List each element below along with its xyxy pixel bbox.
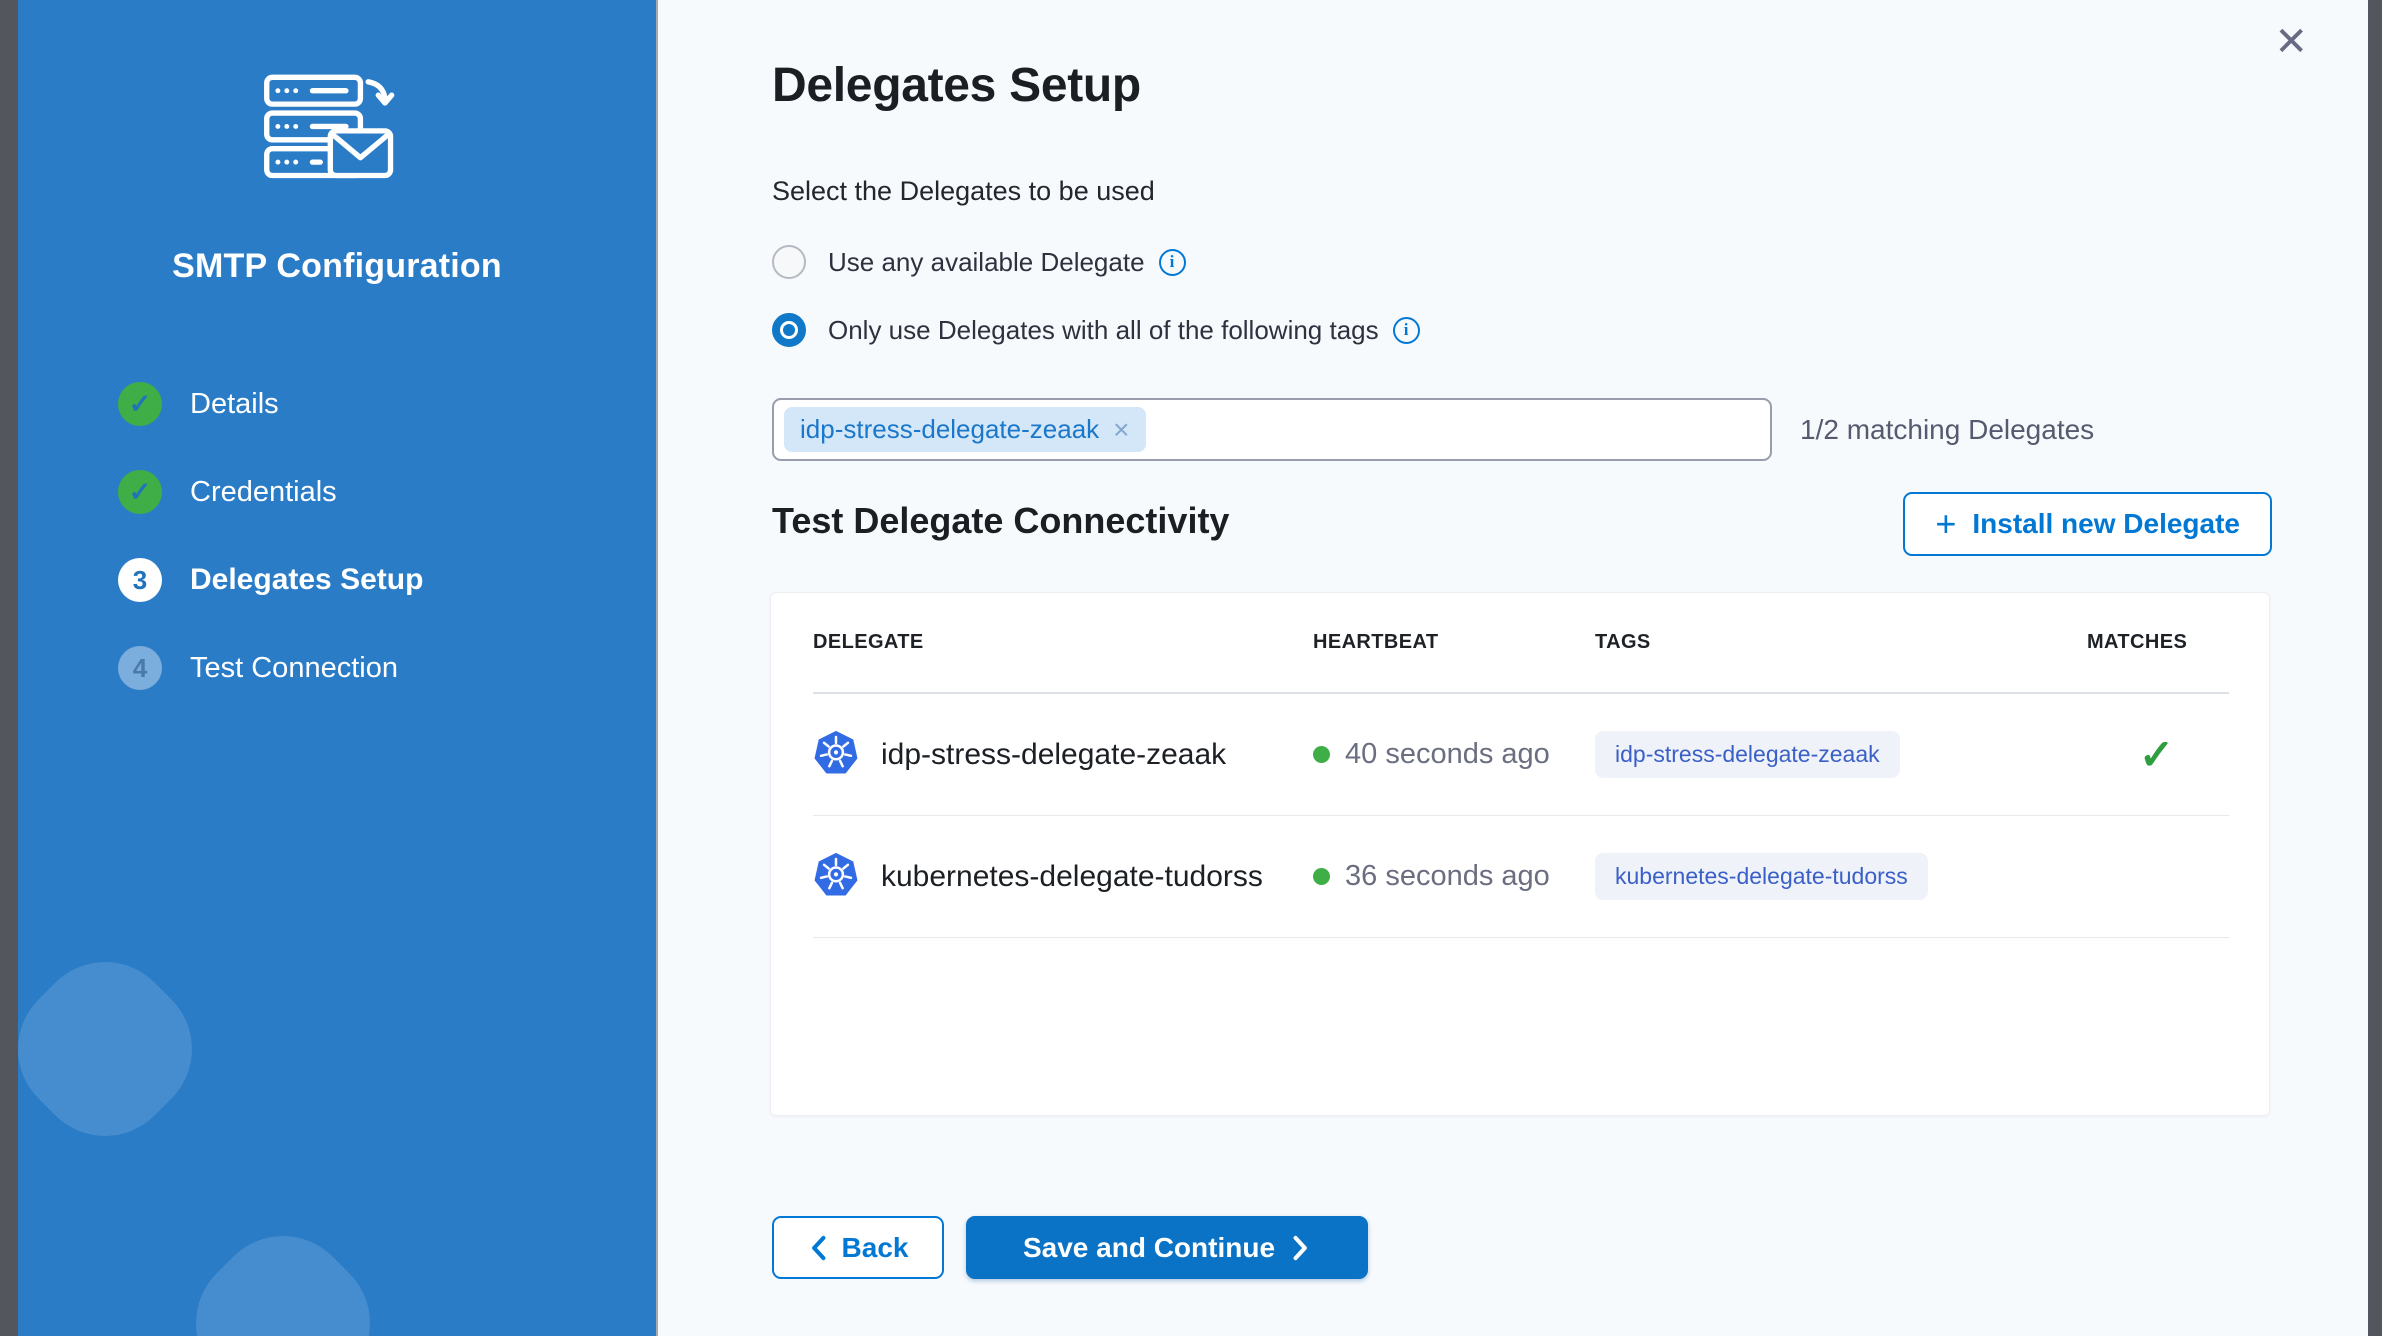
info-icon[interactable]: i xyxy=(1393,317,1420,344)
tag-chip: idp-stress-delegate-zeaak × xyxy=(784,407,1146,452)
heartbeat-status-dot xyxy=(1313,746,1330,763)
wizard-sidebar: SMTP Configuration ✓ Details ✓ Credentia… xyxy=(18,0,658,1336)
step-credentials[interactable]: ✓ Credentials xyxy=(118,470,656,514)
page-title: Delegates Setup xyxy=(772,58,1141,113)
step-label: Details xyxy=(190,388,279,421)
matching-delegates-count: 1/2 matching Delegates xyxy=(1800,398,2094,461)
step-details[interactable]: ✓ Details xyxy=(118,382,656,426)
delegates-setup-panel: ✕ Delegates Setup Select the Delegates t… xyxy=(660,0,2368,1336)
save-button-label: Save and Continue xyxy=(1023,1232,1275,1264)
smtp-configuration-wizard: SMTP Configuration ✓ Details ✓ Credentia… xyxy=(0,0,2382,1336)
page-subtitle: Select the Delegates to be used xyxy=(772,176,1155,207)
window-edge-left xyxy=(0,0,18,1336)
kubernetes-icon xyxy=(813,729,859,780)
close-icon[interactable]: ✕ xyxy=(2274,22,2308,62)
install-new-delegate-button[interactable]: + Install new Delegate xyxy=(1903,492,2272,556)
radio-delegates-with-tags[interactable] xyxy=(772,313,806,347)
column-header-matches: MATCHES xyxy=(2087,631,2229,654)
delegates-table: DELEGATE HEARTBEAT TAGS MATCHES xyxy=(770,592,2270,1116)
info-icon[interactable]: i xyxy=(1159,249,1186,276)
heartbeat-time: 36 seconds ago xyxy=(1345,860,1550,893)
remove-tag-icon[interactable]: × xyxy=(1113,416,1129,444)
column-header-tags: TAGS xyxy=(1595,631,2087,654)
option-any-delegate: Use any available Delegate i xyxy=(772,244,1186,280)
kubernetes-icon xyxy=(813,851,859,902)
save-and-continue-button[interactable]: Save and Continue xyxy=(966,1216,1368,1279)
chevron-left-icon xyxy=(808,1234,828,1262)
radio-label[interactable]: Only use Delegates with all of the follo… xyxy=(828,315,1379,346)
step-label: Delegates Setup xyxy=(190,563,423,597)
column-header-delegate: DELEGATE xyxy=(813,631,1313,654)
back-button-label: Back xyxy=(842,1232,909,1264)
harness-logo-watermark xyxy=(18,933,221,1165)
tag-chip-label: idp-stress-delegate-zeaak xyxy=(800,414,1099,445)
table-row: kubernetes-delegate-tudorss 36 seconds a… xyxy=(813,816,2229,938)
delegate-tag-badge: idp-stress-delegate-zeaak xyxy=(1595,731,1900,778)
table-row: idp-stress-delegate-zeaak 40 seconds ago… xyxy=(813,694,2229,816)
delegate-name: idp-stress-delegate-zeaak xyxy=(881,738,1226,772)
delegate-name: kubernetes-delegate-tudorss xyxy=(881,860,1263,894)
heartbeat-status-dot xyxy=(1313,868,1330,885)
delegate-tags-input[interactable]: idp-stress-delegate-zeaak × xyxy=(772,398,1772,461)
step-test-connection[interactable]: 4 Test Connection xyxy=(118,646,656,690)
heartbeat-time: 40 seconds ago xyxy=(1345,738,1550,771)
window-edge-right xyxy=(2368,0,2382,1336)
smtp-server-mail-icon xyxy=(262,74,412,195)
step-complete-check-icon: ✓ xyxy=(118,470,162,514)
step-number-badge: 4 xyxy=(118,646,162,690)
plus-icon: + xyxy=(1935,506,1956,542)
table-header-row: DELEGATE HEARTBEAT TAGS MATCHES xyxy=(813,593,2229,694)
back-button[interactable]: Back xyxy=(772,1216,944,1279)
wizard-steps: ✓ Details ✓ Credentials 3 Delegates Setu… xyxy=(18,382,656,690)
chevron-right-icon xyxy=(1291,1234,1311,1262)
connectivity-heading: Test Delegate Connectivity xyxy=(772,500,1229,542)
wizard-footer: Back Save and Continue xyxy=(772,1216,1368,1279)
radio-label[interactable]: Use any available Delegate xyxy=(828,247,1145,278)
step-delegates-setup[interactable]: 3 Delegates Setup xyxy=(118,558,656,602)
harness-logo-watermark xyxy=(167,1207,399,1336)
radio-any-delegate[interactable] xyxy=(772,245,806,279)
wizard-title: SMTP Configuration xyxy=(18,247,656,286)
option-delegates-with-tags: Only use Delegates with all of the follo… xyxy=(772,312,1420,348)
matches-check-icon: ✓ xyxy=(2139,731,2174,778)
step-label: Credentials xyxy=(190,476,337,509)
delegate-tag-badge: kubernetes-delegate-tudorss xyxy=(1595,853,1928,900)
install-button-label: Install new Delegate xyxy=(1972,508,2240,540)
connectivity-section-header: Test Delegate Connectivity + Install new… xyxy=(772,492,2272,556)
step-complete-check-icon: ✓ xyxy=(118,382,162,426)
step-number-badge: 3 xyxy=(118,558,162,602)
column-header-heartbeat: HEARTBEAT xyxy=(1313,631,1595,654)
step-label: Test Connection xyxy=(190,652,398,685)
